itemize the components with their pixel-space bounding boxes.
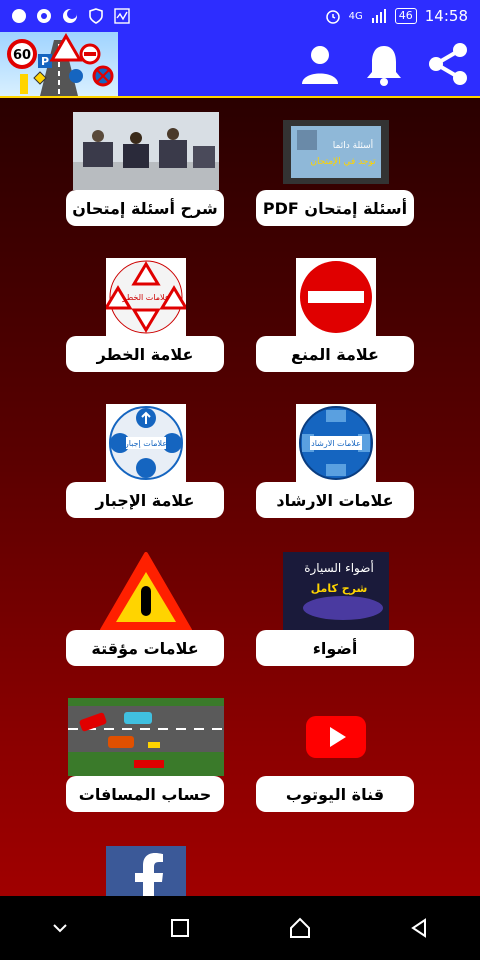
profile-icon[interactable]	[296, 40, 344, 88]
prohibition-signs-label: علامة المنع	[256, 336, 414, 372]
lights-thumb-text-top: أضواء السيارة	[304, 560, 374, 576]
explain-questions-label: شرح أسئلة إمتحان	[66, 190, 224, 226]
logo-speed-text: 60	[13, 48, 31, 63]
car-lights-thumbnail: أضواء السيارة شرح كامل	[256, 552, 416, 632]
logo-parking-text: P	[41, 55, 49, 68]
shield-icon	[89, 8, 103, 24]
signal-icon	[371, 9, 386, 23]
nav-collapse-button[interactable]	[36, 904, 84, 952]
chevron-down-icon	[53, 924, 67, 933]
temporary-signs-thumbnail	[66, 552, 226, 632]
status-bar: 4G 46 14:58	[0, 0, 480, 32]
prohibition-sign-thumbnail	[256, 258, 416, 338]
alarm-icon	[325, 10, 340, 24]
home-icon	[290, 917, 310, 938]
mandatory-signs-thumbnail: علامات إجبار	[66, 404, 226, 484]
pdf-thumb-text-bottom: توجد في الإمتحان	[310, 157, 376, 167]
mandatory-signs-label: علامة الإجبار	[66, 482, 224, 518]
square-icon	[171, 919, 189, 937]
lights-thumb-text-bottom: شرح كامل	[311, 582, 368, 595]
clock: 14:58	[424, 7, 468, 25]
explain-questions-thumbnail	[66, 112, 226, 192]
app-logo: 60 P	[0, 32, 118, 96]
guidance-signs-thumbnail: علامات الارشاد	[256, 404, 416, 484]
nav-back-button[interactable]	[396, 904, 444, 952]
notifications-bell-icon[interactable]	[360, 40, 408, 88]
guidance-signs-label: علامات الارشاد	[256, 482, 414, 518]
temporary-signs-label: علامات مؤقتة	[66, 630, 224, 666]
chat-icon	[37, 9, 51, 23]
app-bar: 60 P	[0, 32, 480, 98]
system-navigation-bar	[0, 896, 480, 960]
back-triangle-icon	[411, 918, 426, 938]
facebook-thumbnail	[66, 846, 226, 896]
youtube-channel-label: قناة اليوتوب	[256, 776, 414, 812]
notification-dot-icon	[12, 9, 26, 23]
car-lights-label: أضواء	[256, 630, 414, 666]
pdf-questions-label: أسئلة إمتحان PDF	[256, 190, 414, 226]
nav-home-button[interactable]	[276, 904, 324, 952]
nav-recents-button[interactable]	[156, 904, 204, 952]
pdf-thumb-text-top: أسئلة دائما	[333, 139, 373, 151]
youtube-thumbnail	[256, 698, 416, 778]
activity-icon	[114, 8, 130, 24]
danger-signs-thumbnail: علامات الخطر	[66, 258, 226, 338]
danger-signs-label: علامة الخطر	[66, 336, 224, 372]
share-icon[interactable]	[424, 40, 472, 88]
mandatory-thumb-text: علامات إجبار	[124, 439, 167, 449]
guidance-thumb-text: علامات الارشاد	[311, 439, 361, 448]
menu-grid: أسئلة دائما توجد في الإمتحان أسئلة إمتحا…	[0, 98, 480, 896]
network-type: 4G	[348, 10, 363, 22]
battery-level: 46	[394, 8, 417, 24]
distance-calculation-thumbnail	[66, 698, 226, 778]
moon-icon	[63, 9, 77, 23]
danger-thumb-text: علامات الخطر	[121, 293, 169, 302]
distance-calculation-label: حساب المسافات	[66, 776, 224, 812]
pdf-questions-thumbnail: أسئلة دائما توجد في الإمتحان	[256, 112, 416, 192]
